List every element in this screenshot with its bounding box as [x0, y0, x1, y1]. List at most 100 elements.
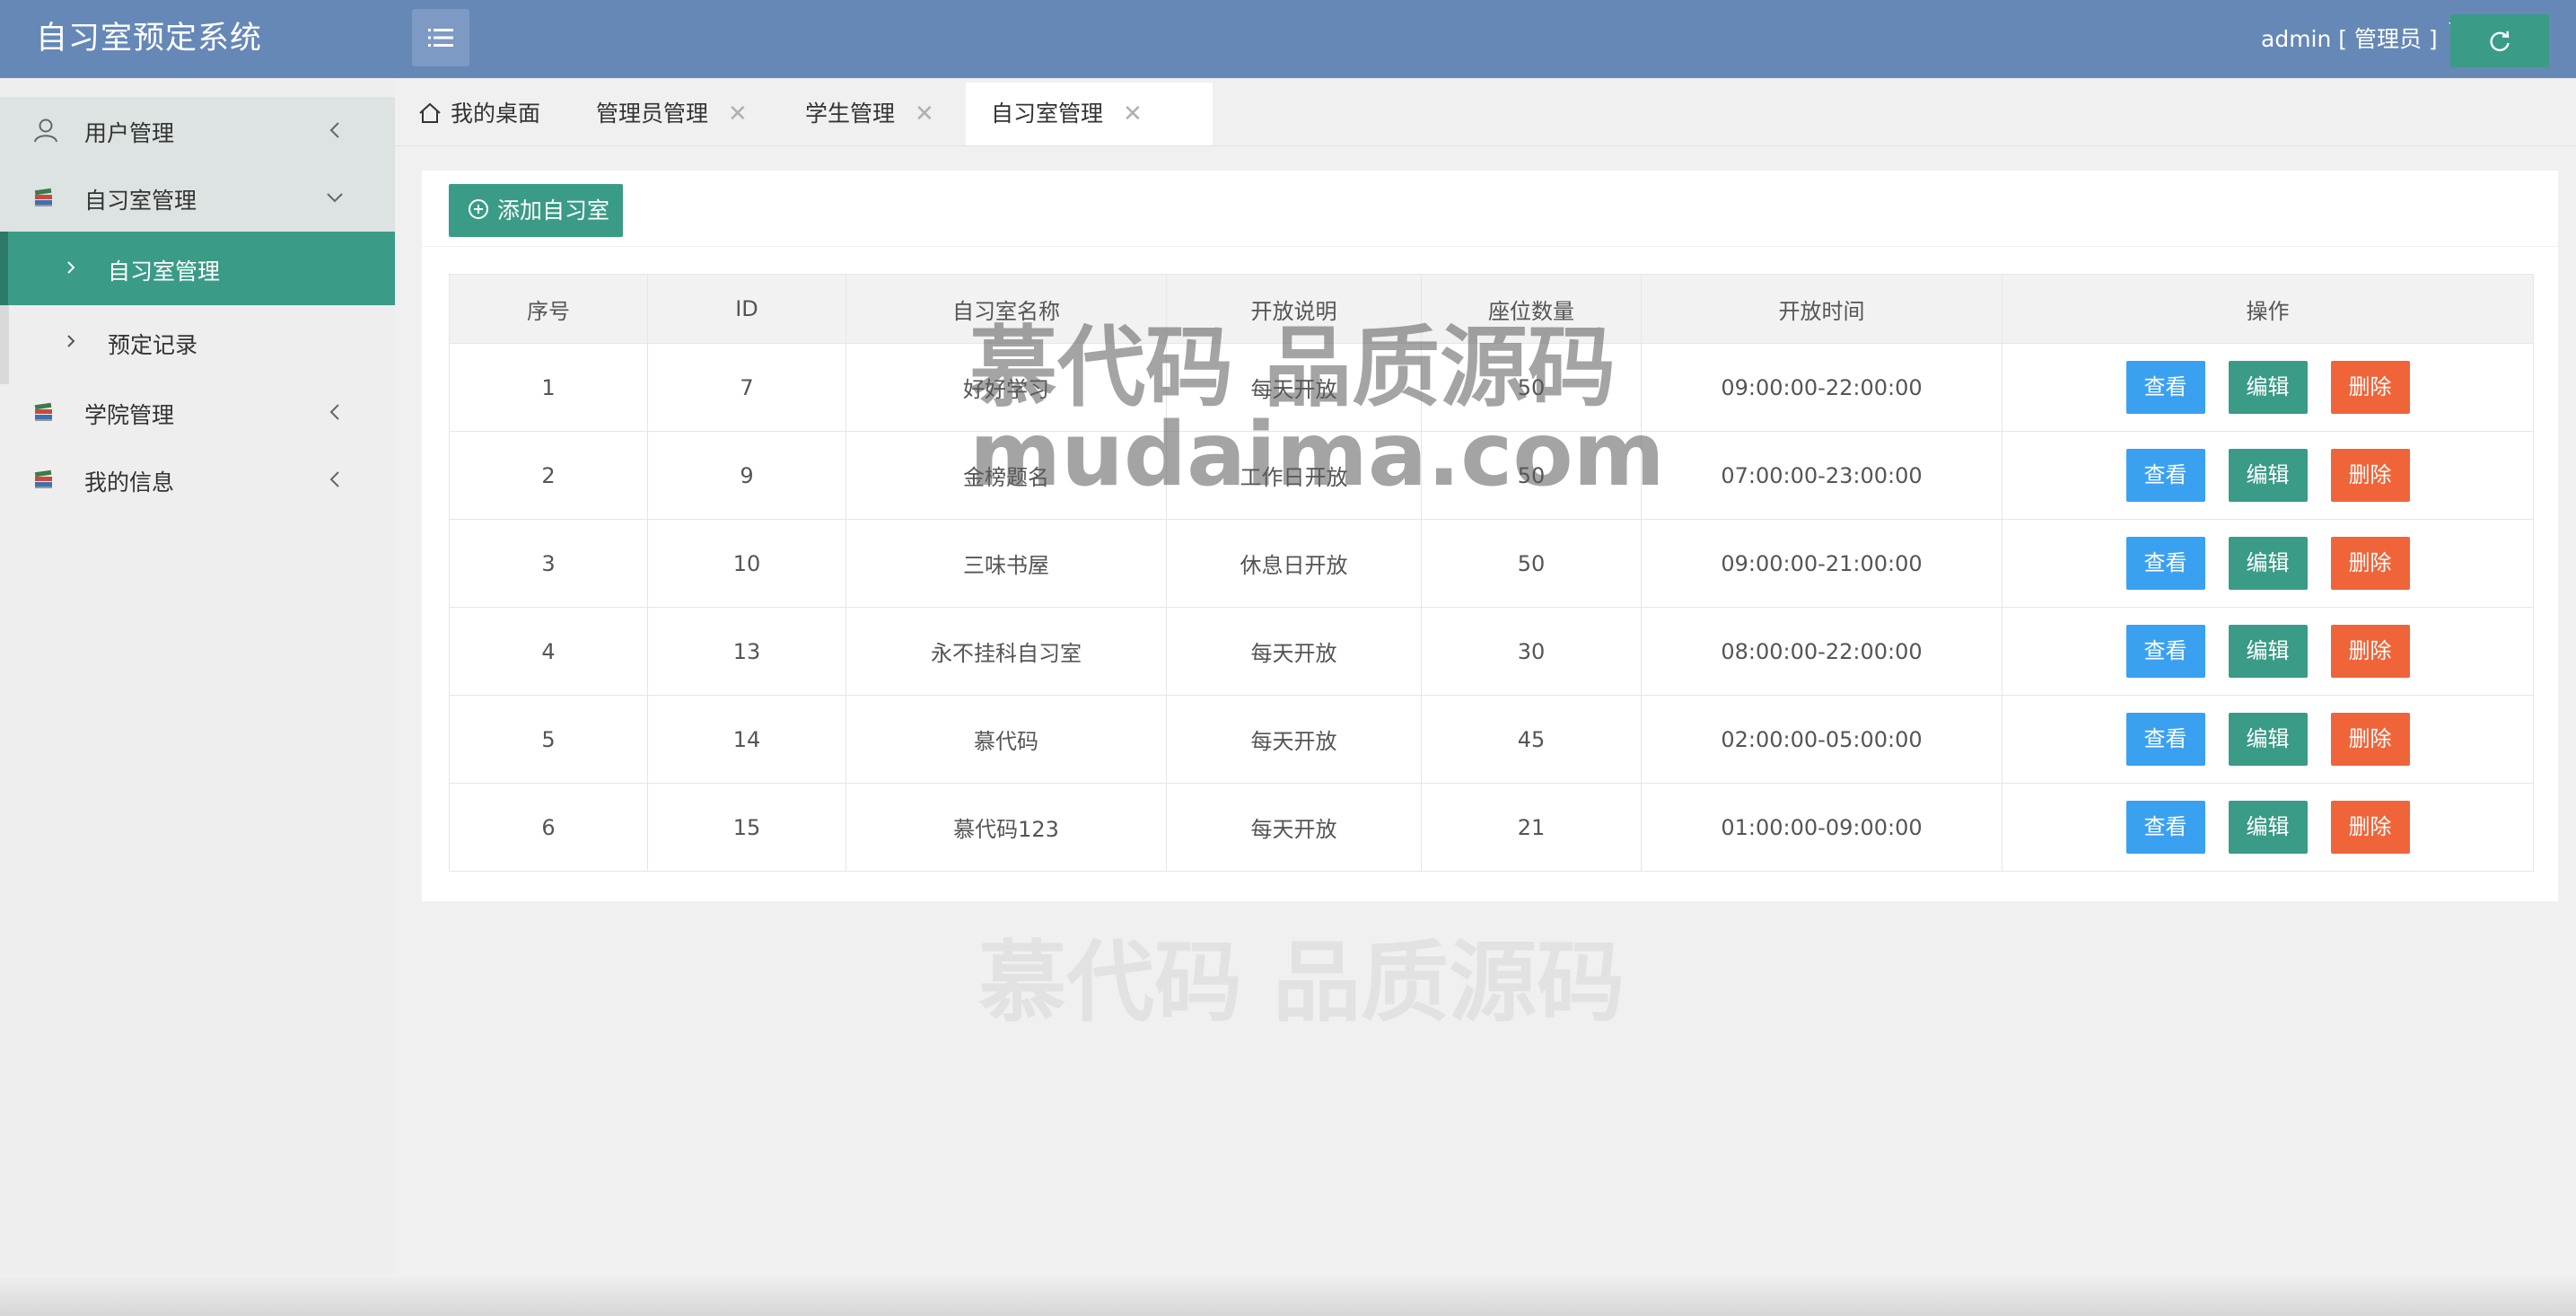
tab-label: 自习室管理	[991, 101, 1104, 127]
view-button[interactable]: 查看	[2125, 801, 2205, 854]
home-icon	[419, 102, 441, 123]
tab-bar: 我的桌面 管理员管理 ✕ 学生管理 ✕ 自习室管理 ✕	[395, 78, 2576, 146]
content-panel: 添加自习室 序号 ID 自习室名称 开放说明 座位数量 开放时间 操作 1 7 …	[422, 171, 2558, 901]
edit-button[interactable]: 编辑	[2228, 801, 2308, 854]
watermark-text-faint: 慕代码 品质源码	[978, 932, 1625, 1034]
refresh-button[interactable]	[2450, 14, 2549, 67]
cell-room-name: 慕代码	[846, 695, 1167, 784]
cell-open-time: 09:00:00-21:00:00	[1641, 519, 2002, 608]
cell-index: 1	[449, 343, 648, 432]
toolbar-divider	[422, 246, 2558, 247]
cell-open-note: 每天开放	[1166, 343, 1422, 432]
cell-id: 15	[647, 783, 846, 872]
delete-button[interactable]: 删除	[2330, 537, 2410, 590]
delete-button[interactable]: 删除	[2330, 625, 2410, 678]
cell-id: 14	[647, 695, 846, 784]
edit-button[interactable]: 编辑	[2228, 537, 2308, 590]
edit-button[interactable]: 编辑	[2228, 449, 2308, 502]
table-row: 2 9 金榜题名 工作日开放 50 07:00:00-23:00:00 查看 编辑…	[449, 431, 2534, 520]
cell-open-time: 07:00:00-23:00:00	[1641, 431, 2002, 520]
add-room-label: 添加自习室	[497, 197, 610, 224]
user-menu[interactable]: admin [ 管理员 ]	[2261, 0, 2468, 78]
sidebar-item-label: 用户管理	[84, 120, 175, 146]
cell-seats: 21	[1421, 783, 1642, 872]
add-circle-icon	[469, 199, 488, 219]
cell-actions: 查看 编辑 删除	[2002, 607, 2534, 696]
cell-open-time: 02:00:00-05:00:00	[1641, 695, 2002, 784]
cell-index: 3	[449, 519, 648, 608]
list-icon	[428, 29, 453, 47]
cell-actions: 查看 编辑 删除	[2002, 695, 2534, 784]
delete-button[interactable]: 删除	[2330, 713, 2410, 766]
tab-label: 学生管理	[805, 101, 896, 127]
room-table: 序号 ID 自习室名称 开放说明 座位数量 开放时间 操作 1 7 好好学习 每…	[449, 274, 2534, 872]
tab-label: 管理员管理	[596, 101, 709, 127]
view-button[interactable]: 查看	[2125, 361, 2205, 414]
cell-open-note: 每天开放	[1166, 607, 1422, 696]
edit-button[interactable]: 编辑	[2228, 625, 2308, 678]
sidebar: 用户管理 自习室管理 自习室管理 预定记录 学院管理 我的信息	[0, 78, 395, 1316]
column-header: 自习室名称	[846, 274, 1167, 344]
cell-room-name: 三味书屋	[846, 519, 1167, 608]
sidebar-item-colleges[interactable]: 学院管理	[0, 379, 395, 446]
cell-actions: 查看 编辑 删除	[2002, 783, 2534, 872]
menu-toggle-button[interactable]	[412, 9, 469, 66]
cell-id: 7	[647, 343, 846, 432]
sidebar-subitem-label: 自习室管理	[108, 259, 221, 285]
add-room-button[interactable]: 添加自习室	[449, 184, 623, 237]
table-row: 1 7 好好学习 每天开放 50 09:00:00-22:00:00 查看 编辑删…	[449, 343, 2534, 432]
cell-open-note: 休息日开放	[1166, 519, 1422, 608]
delete-button[interactable]: 删除	[2330, 801, 2410, 854]
sidebar-item-my-info[interactable]: 我的信息	[0, 446, 395, 513]
column-header: 开放说明	[1166, 274, 1422, 344]
tab-desktop[interactable]: 我的桌面	[418, 83, 540, 145]
sidebar-item-label: 我的信息	[84, 469, 175, 496]
sidebar-subitem-room-manage[interactable]: 自习室管理	[0, 232, 395, 305]
user-icon	[34, 118, 57, 143]
user-label: admin [ 管理员 ]	[2261, 26, 2438, 52]
cell-seats: 50	[1421, 431, 1642, 520]
cell-open-note: 工作日开放	[1166, 431, 1422, 520]
chevron-down-icon	[327, 193, 343, 203]
tab-student-manage[interactable]: 学生管理 ✕	[780, 83, 934, 145]
cell-room-name: 金榜题名	[846, 431, 1167, 520]
table-row: 4 13 永不挂科自习室 每天开放 30 08:00:00-22:00:00 查…	[449, 607, 2534, 696]
close-icon[interactable]: ✕	[915, 83, 934, 145]
cell-open-note: 每天开放	[1166, 695, 1422, 784]
chevron-right-icon	[67, 335, 75, 347]
close-icon[interactable]: ✕	[1123, 83, 1143, 145]
cell-actions: 查看 编辑 删除	[2002, 343, 2534, 432]
cell-room-name: 慕代码123	[846, 783, 1167, 872]
cell-actions: 查看 编辑 删除	[2002, 431, 2534, 520]
edit-button[interactable]: 编辑	[2228, 713, 2308, 766]
chevron-left-icon	[329, 122, 339, 138]
cell-room-name: 好好学习	[846, 343, 1167, 432]
sidebar-item-rooms[interactable]: 自习室管理	[0, 164, 395, 232]
view-button[interactable]: 查看	[2125, 625, 2205, 678]
close-icon[interactable]: ✕	[728, 83, 748, 145]
cell-id: 13	[647, 607, 846, 696]
cell-index: 5	[449, 695, 648, 784]
chevron-left-icon	[329, 404, 339, 420]
cell-actions: 查看 编辑 删除	[2002, 519, 2534, 608]
table-row: 6 15 慕代码123 每天开放 21 01:00:00-09:00:00 查看…	[449, 783, 2534, 872]
view-button[interactable]: 查看	[2125, 449, 2205, 502]
view-button[interactable]: 查看	[2125, 713, 2205, 766]
edit-button[interactable]: 编辑	[2228, 361, 2308, 414]
column-header: ID	[647, 274, 846, 344]
sidebar-item-label: 自习室管理	[84, 188, 197, 214]
tab-room-manage[interactable]: 自习室管理 ✕	[966, 83, 1213, 145]
column-header: 操作	[2002, 274, 2534, 344]
books-icon	[34, 402, 52, 421]
sidebar-subitem-booking-records[interactable]: 预定记录	[0, 305, 395, 379]
refresh-icon	[2490, 31, 2510, 51]
cell-open-note: 每天开放	[1166, 783, 1422, 872]
delete-button[interactable]: 删除	[2330, 449, 2410, 502]
top-header: 自习室预定系统 admin [ 管理员 ]	[0, 0, 2576, 78]
delete-button[interactable]: 删除	[2330, 361, 2410, 414]
tab-admin-manage[interactable]: 管理员管理 ✕	[571, 83, 748, 145]
cell-seats: 30	[1421, 607, 1642, 696]
column-header: 开放时间	[1641, 274, 2002, 344]
sidebar-item-users[interactable]: 用户管理	[0, 97, 395, 164]
view-button[interactable]: 查看	[2125, 537, 2205, 590]
